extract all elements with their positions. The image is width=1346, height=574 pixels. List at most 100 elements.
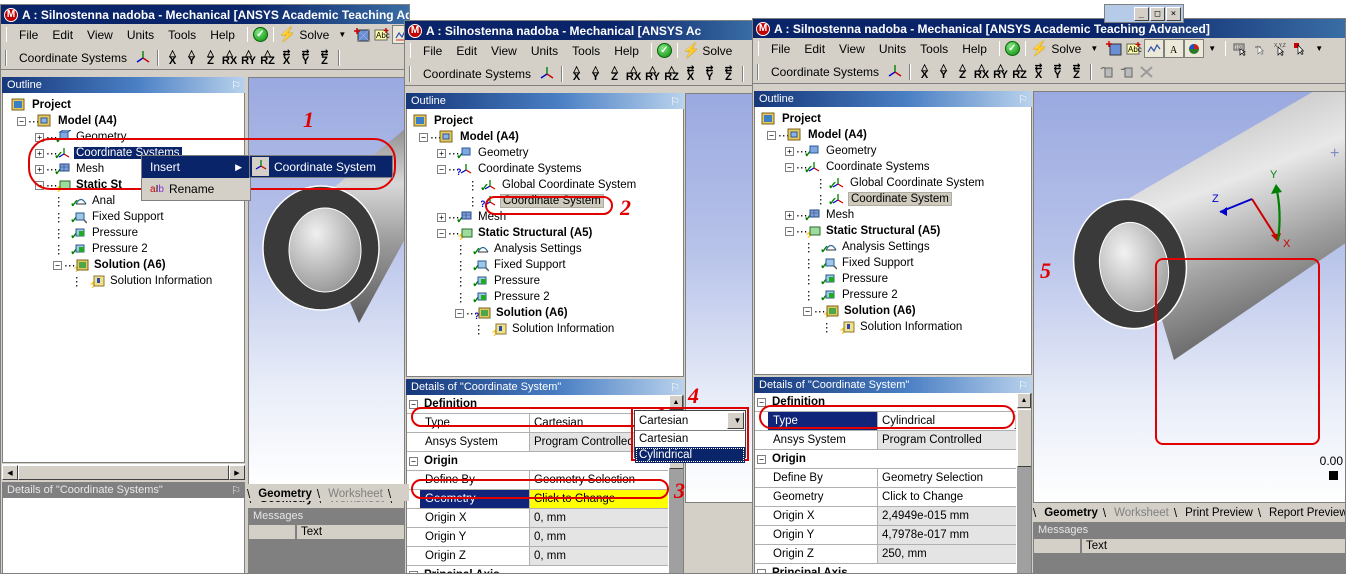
solve-dropdown-arrow[interactable]: ▼ — [332, 30, 352, 39]
check-icon[interactable]: ✓ — [252, 27, 268, 42]
tree-item-static-structural[interactable]: −⋯ ⚡ Static Structural (A5) — [407, 225, 683, 242]
collapse-icon[interactable]: − — [419, 132, 428, 142]
chart-icon[interactable] — [1144, 39, 1165, 58]
maximize-button[interactable]: □ — [1150, 6, 1165, 21]
details-row-origin-x[interactable]: Origin X 2,4949e-015 mm — [755, 507, 1031, 526]
offset-ry-button[interactable]: △ RY — [239, 48, 258, 67]
tab-worksheet[interactable]: Worksheet — [1106, 507, 1174, 520]
collapse-icon[interactable]: − — [455, 308, 464, 318]
details-row-origin-z[interactable]: Origin Z 250, mm — [755, 545, 1031, 564]
dropdown-option-cartesian[interactable]: Cartesian — [635, 431, 745, 447]
expand-icon[interactable]: + — [785, 146, 794, 156]
tree-item-global-coordinate-system[interactable]: ⋮ ✓ Global Coordinate System — [755, 175, 1031, 192]
details-row-define-by[interactable]: Define By Geometry Selection — [407, 471, 683, 490]
pin-icon[interactable]: ⚐ — [670, 95, 684, 108]
details-row-origin-y[interactable]: Origin Y 4,7978e-017 mm — [755, 526, 1031, 545]
offset-ry-button[interactable]: △ RY — [991, 62, 1010, 81]
solve-button[interactable]: Solve — [296, 26, 332, 44]
scroll-thumb[interactable] — [1017, 409, 1031, 467]
collapse-icon[interactable]: − — [35, 180, 44, 190]
pin-icon[interactable]: ⚐ — [231, 484, 245, 497]
details-row-ansys-system[interactable]: Ansys System Program Controlled — [755, 431, 1031, 450]
tree-item-coordinate-systems[interactable]: −⋯ ? Coordinate Systems — [407, 161, 683, 177]
context-submenu[interactable]: Coordinate System — [249, 155, 393, 178]
tree-item-solution-information[interactable]: ⋮ ⚡ Solution Information — [407, 321, 683, 338]
flip-z-button[interactable]: ⇄ Z — [1067, 62, 1086, 81]
offset-x-button[interactable]: △ X — [567, 64, 586, 83]
solve-button[interactable]: Solve — [700, 42, 734, 60]
offset-rx-button[interactable]: △ RX — [220, 48, 239, 67]
type-dropdown-popup[interactable]: Cartesian ▼ Cartesian Cylindrical — [634, 410, 746, 463]
offset-rx-button[interactable]: △ RX — [972, 62, 991, 81]
collapse-icon[interactable]: − — [767, 130, 776, 140]
select-edge-icon[interactable] — [1251, 39, 1271, 58]
check-icon[interactable]: ✓ — [656, 43, 672, 58]
offset-ry-button[interactable]: △ RY — [643, 64, 662, 83]
pin-icon[interactable]: ⚐ — [670, 381, 684, 394]
window-1-outline-hscroll[interactable]: ◀ ▶ — [2, 464, 245, 480]
tab-geometry[interactable]: Geometry — [250, 488, 317, 501]
details-row-geometry[interactable]: Geometry Click to Change — [407, 490, 683, 509]
row-value[interactable]: Click to Change — [530, 490, 683, 508]
scroll-right-button[interactable]: ▶ — [229, 465, 245, 480]
expand-icon[interactable]: + — [35, 164, 44, 174]
dropdown-option-cylindrical[interactable]: Cylindrical — [635, 447, 745, 463]
tree-item-solution[interactable]: −⋯ ⚡ Solution (A6) — [3, 257, 244, 274]
select-mode-dropdown-arrow[interactable]: ▼ — [1311, 44, 1327, 53]
details-vscrollbar[interactable]: ▲ — [1016, 393, 1031, 573]
offset-z-button[interactable]: △ Z — [605, 64, 624, 83]
tree-item-mesh[interactable]: +⋯ ✓ Mesh — [407, 209, 683, 226]
flip-z-button[interactable]: ⇄ Z — [719, 64, 738, 83]
tree-item-coordinate-system[interactable]: ⋮ ? Coordinate System — [407, 193, 683, 209]
row-value[interactable]: Cylindrical ▼ — [878, 412, 1031, 430]
menu-edit[interactable]: Edit — [797, 40, 832, 58]
offset-y-button[interactable]: △ Y — [934, 62, 953, 81]
tree-item-fixed-support[interactable]: ⋮ ✓ Fixed Support — [3, 209, 244, 226]
menu-view[interactable]: View — [832, 40, 872, 58]
details-row-origin-z[interactable]: Origin Z 0, mm — [407, 547, 683, 566]
details-row-type[interactable]: Type Cylindrical ▼ — [755, 412, 1031, 431]
tree-item-analysis-settings[interactable]: ⋮ ✓ Analysis Settings — [407, 241, 683, 258]
select-body-icon[interactable]: 100 — [1231, 39, 1251, 58]
tree-item-pressure-2[interactable]: ⋮ ✓ Pressure 2 — [755, 287, 1031, 304]
window-2-tabstrip[interactable]: \ Geometry \ Worksheet \ — [247, 484, 409, 501]
solve-button[interactable]: Solve — [1048, 40, 1084, 58]
chevron-down-icon[interactable]: ▼ — [727, 412, 744, 429]
details-row-geometry[interactable]: Geometry Click to Change — [755, 488, 1031, 507]
color-legend-icon[interactable] — [1184, 39, 1205, 58]
expand-icon[interactable]: + — [437, 148, 446, 158]
scroll-up-button[interactable]: ▲ — [669, 395, 683, 410]
menu-edit[interactable]: Edit — [45, 26, 80, 44]
offset-x-button[interactable]: △ X — [915, 62, 934, 81]
collapse-icon[interactable]: − — [757, 397, 766, 407]
tab-geometry[interactable]: Geometry — [1036, 507, 1103, 520]
menu-help[interactable]: Help — [607, 42, 646, 60]
window-2-outline-tree[interactable]: Project −⋯ Model (A4) +⋯ ✓ Geometry −⋯ ?… — [406, 109, 684, 377]
solve-dropdown-arrow[interactable]: ▼ — [1084, 44, 1104, 53]
menu-units[interactable]: Units — [524, 42, 565, 60]
triad-icon[interactable] — [133, 48, 153, 67]
flip-y-button[interactable]: ⇄ Y — [1048, 62, 1067, 81]
flip-x-button[interactable]: ⇄ X — [1029, 62, 1048, 81]
scroll-thumb[interactable] — [18, 465, 229, 480]
select-mode-icon[interactable] — [1291, 39, 1311, 58]
offset-z-button[interactable]: △ Z — [201, 48, 220, 67]
menu-view[interactable]: View — [484, 42, 524, 60]
delete-icon[interactable] — [1136, 62, 1156, 81]
tree-item-fixed-support[interactable]: ⋮ ✓ Fixed Support — [407, 257, 683, 274]
menu-tools[interactable]: Tools — [161, 26, 203, 44]
tree-item-solution[interactable]: −⋯ ? Solution (A6) — [407, 305, 683, 321]
color-legend-dropdown-arrow[interactable]: ▼ — [1204, 44, 1220, 53]
row-value[interactable]: Click to Change — [878, 488, 1031, 506]
comment-icon[interactable]: Abc — [1124, 39, 1144, 58]
scroll-track[interactable] — [1017, 467, 1031, 573]
export-coordinate-icon[interactable] — [1116, 62, 1136, 81]
menu-file[interactable]: File — [416, 42, 449, 60]
tree-item-mesh[interactable]: +⋯ ✓ Mesh — [755, 207, 1031, 224]
flip-z-button[interactable]: ⇄ Z — [315, 48, 334, 67]
tree-item-solution[interactable]: −⋯ ⚡ Solution (A6) — [755, 303, 1031, 320]
tab-worksheet[interactable]: Worksheet — [320, 488, 388, 501]
dropdown-selected-row[interactable]: Cartesian ▼ — [635, 411, 745, 431]
tree-item-project[interactable]: Project — [407, 113, 683, 129]
tree-item-project[interactable]: Project — [755, 111, 1031, 127]
